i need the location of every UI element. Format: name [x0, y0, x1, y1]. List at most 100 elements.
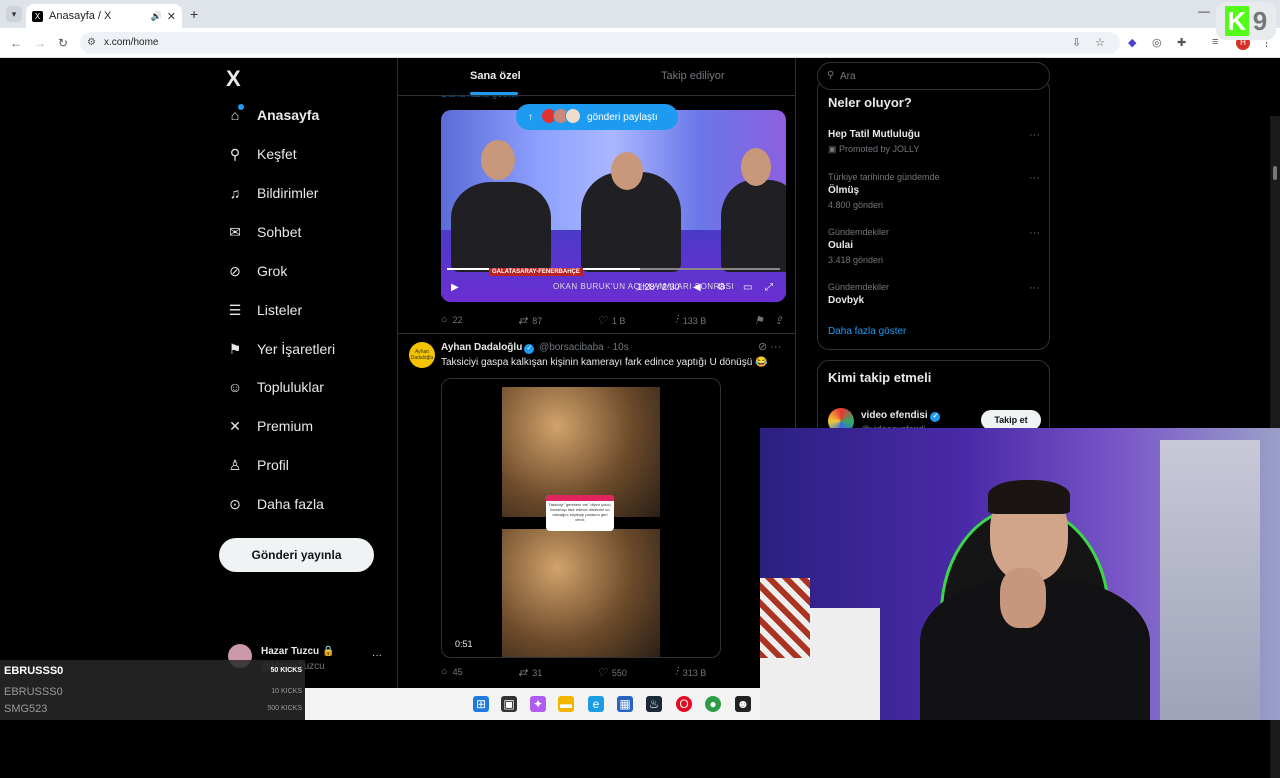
url-input[interactable]: ⚙ x.com/home: [80, 32, 1120, 54]
close-tab-icon[interactable]: ✕: [167, 10, 176, 23]
feed-tabs: Sana özel Takip ediliyor: [398, 58, 795, 96]
views-button[interactable]: ⫶ 133 B: [675, 314, 706, 327]
video-person-head: [481, 140, 515, 180]
views-button[interactable]: ⫶ 313 B: [675, 666, 706, 679]
new-posts-pill[interactable]: ↑ gönderi paylaştı: [516, 104, 678, 130]
edge-icon[interactable]: e: [588, 696, 604, 712]
chart-icon: ⫶: [675, 314, 678, 326]
reply-button[interactable]: ○ 22: [441, 314, 463, 326]
sidebar-item-messages[interactable]: ✉ Sohbet: [226, 223, 301, 241]
windows-icon[interactable]: ⊞: [473, 696, 489, 712]
speaker-icon[interactable]: 🔊: [151, 11, 162, 22]
suggestion-name[interactable]: video efendisi ✓: [861, 410, 941, 422]
sidebar-item-grok[interactable]: ⊘ Grok: [226, 262, 287, 280]
extension-2-icon[interactable]: ◎: [1152, 36, 1162, 49]
search-placeholder: Ara: [840, 71, 856, 82]
share-button[interactable]: ⇪: [774, 314, 788, 327]
trends-title: Neler oluyor?: [828, 95, 912, 110]
post-button[interactable]: Gönderi yayınla: [219, 538, 374, 572]
copilot-icon[interactable]: ✦: [530, 696, 546, 712]
trend-item[interactable]: Gündemdekiler Dovbyk ···: [828, 282, 1040, 306]
repost-button[interactable]: ⇄ 31: [518, 666, 542, 679]
sidebar-item-explore[interactable]: ⚲ Keşfet: [226, 145, 297, 163]
tweet-time[interactable]: · 10s: [607, 342, 629, 353]
chrome-icon[interactable]: ●: [705, 696, 721, 712]
more-icon[interactable]: ···: [372, 650, 382, 661]
trend-item[interactable]: Türkiye tarihinde gündemde Ölmüş 4.800 g…: [828, 172, 1040, 210]
opera-icon[interactable]: O: [676, 696, 692, 712]
tweet-author[interactable]: Ayhan Dadaloğlu: [441, 342, 522, 353]
pip-icon[interactable]: ▭: [743, 282, 752, 293]
files-icon[interactable]: ▣: [501, 696, 517, 712]
install-icon[interactable]: ⇩: [1072, 36, 1081, 49]
reload-icon[interactable]: ↻: [58, 36, 68, 50]
play-icon[interactable]: ▶: [451, 282, 459, 293]
site-info-icon[interactable]: ⚙: [87, 37, 96, 48]
forward-icon[interactable]: →: [34, 36, 46, 50]
kick-logo: K: [1224, 6, 1249, 36]
like-button[interactable]: ♡ 1 B: [597, 314, 625, 327]
like-button[interactable]: ♡ 550: [597, 666, 627, 679]
fullscreen-icon[interactable]: ⤢: [765, 282, 773, 293]
pill-text: gönderi paylaştı: [587, 111, 658, 123]
folder-icon[interactable]: ▬: [558, 696, 574, 712]
kick-alert-row: SMG523 500 KICKS: [4, 703, 302, 715]
search-icon: ⚲: [229, 145, 241, 162]
trend-context: Türkiye tarihinde gündemde: [828, 172, 940, 182]
follow-button[interactable]: Takip et: [981, 410, 1041, 430]
trend-title: Ölmüş: [828, 185, 860, 196]
more-icon[interactable]: ···: [1029, 129, 1040, 141]
tweet-avatar[interactable]: Ayhan Dadaloğlu: [409, 342, 435, 368]
sidebar-item-lists[interactable]: ☰ Listeler: [226, 301, 302, 319]
people-icon: ☺: [227, 379, 243, 395]
trend-title: Dovbyk: [828, 295, 865, 306]
tweet-video[interactable]: Taksiciyi "gerekeni var" diyen yolcu, ka…: [441, 378, 721, 658]
who-to-follow-title: Kimi takip etmeli: [828, 370, 932, 385]
chart-icon: ⫶: [675, 666, 678, 678]
more-icon[interactable]: ···: [1029, 172, 1040, 184]
sidebar-item-home[interactable]: ⌂ Anasayfa: [226, 106, 320, 124]
trend-item[interactable]: Hep Tatil Mutluluğu ▣ Promoted by JOLLY …: [828, 129, 1040, 155]
minimize-button[interactable]: —: [1198, 4, 1210, 18]
more-icon[interactable]: ···: [1029, 227, 1040, 239]
sidebar-item-notifications[interactable]: ♫ Bildirimler: [226, 184, 319, 202]
video-player[interactable]: GALATASARAY-FENERBAHÇE OKAN BURUK'UN AÇI…: [441, 110, 786, 302]
show-more-trends-link[interactable]: Daha fazla göster: [828, 326, 906, 337]
search-input[interactable]: ⚲ Ara: [817, 62, 1050, 90]
sidebar-item-bookmarks[interactable]: ⚑ Yer İşaretleri: [226, 340, 335, 358]
browser-tab[interactable]: X Anasayfa / X 🔊 ✕: [26, 4, 182, 28]
poster-avatars: [541, 108, 581, 126]
back-icon[interactable]: ←: [10, 36, 22, 50]
puzzle-icon[interactable]: ✚: [1177, 36, 1186, 49]
mail-icon: ✉: [229, 223, 241, 240]
repost-button[interactable]: ⇄ 87: [518, 314, 542, 327]
grok-and-more-icon[interactable]: ⊘ ···: [758, 340, 781, 353]
webcam-blanket: [760, 578, 810, 658]
volume-icon[interactable]: ◀: [693, 282, 701, 293]
reading-list-icon[interactable]: ≡: [1212, 36, 1218, 48]
bell-icon: ♫: [229, 185, 241, 201]
tab-for-you[interactable]: Sana özel: [470, 70, 521, 82]
more-circle-icon: ⊙: [229, 495, 241, 512]
store-icon[interactable]: ▦: [617, 696, 633, 712]
sidebar-item-communities[interactable]: ☺ Topluluklar: [226, 378, 324, 396]
reply-button[interactable]: ○ 45: [441, 666, 463, 678]
new-tab-button[interactable]: +: [190, 6, 198, 22]
timeline: Daha fazla göster GALATASARAY-FENERBAHÇE…: [397, 58, 796, 720]
more-icon[interactable]: ···: [1029, 282, 1040, 294]
url-text: x.com/home: [104, 37, 159, 48]
discord-icon[interactable]: ☻: [735, 696, 751, 712]
bookmark-button[interactable]: ⚑: [754, 314, 769, 327]
sidebar-item-profile[interactable]: ♙ Profil: [226, 456, 289, 474]
extension-icon[interactable]: ◆: [1128, 36, 1136, 49]
tab-search-icon[interactable]: ▾: [6, 6, 22, 22]
sidebar-item-more[interactable]: ⊙ Daha fazla: [226, 495, 324, 513]
tab-following[interactable]: Takip ediliyor: [661, 70, 725, 82]
trend-item[interactable]: Gündemdekiler Oulai 3.418 gönderi ···: [828, 227, 1040, 265]
tweet-handle[interactable]: @borsacibaba: [539, 342, 604, 353]
x-logo-icon[interactable]: X: [226, 66, 241, 92]
steam-icon[interactable]: ♨: [646, 696, 662, 712]
settings-icon[interactable]: ⚙: [717, 282, 726, 293]
star-icon[interactable]: ☆: [1095, 36, 1105, 49]
sidebar-item-premium[interactable]: ✕ Premium: [226, 417, 313, 435]
